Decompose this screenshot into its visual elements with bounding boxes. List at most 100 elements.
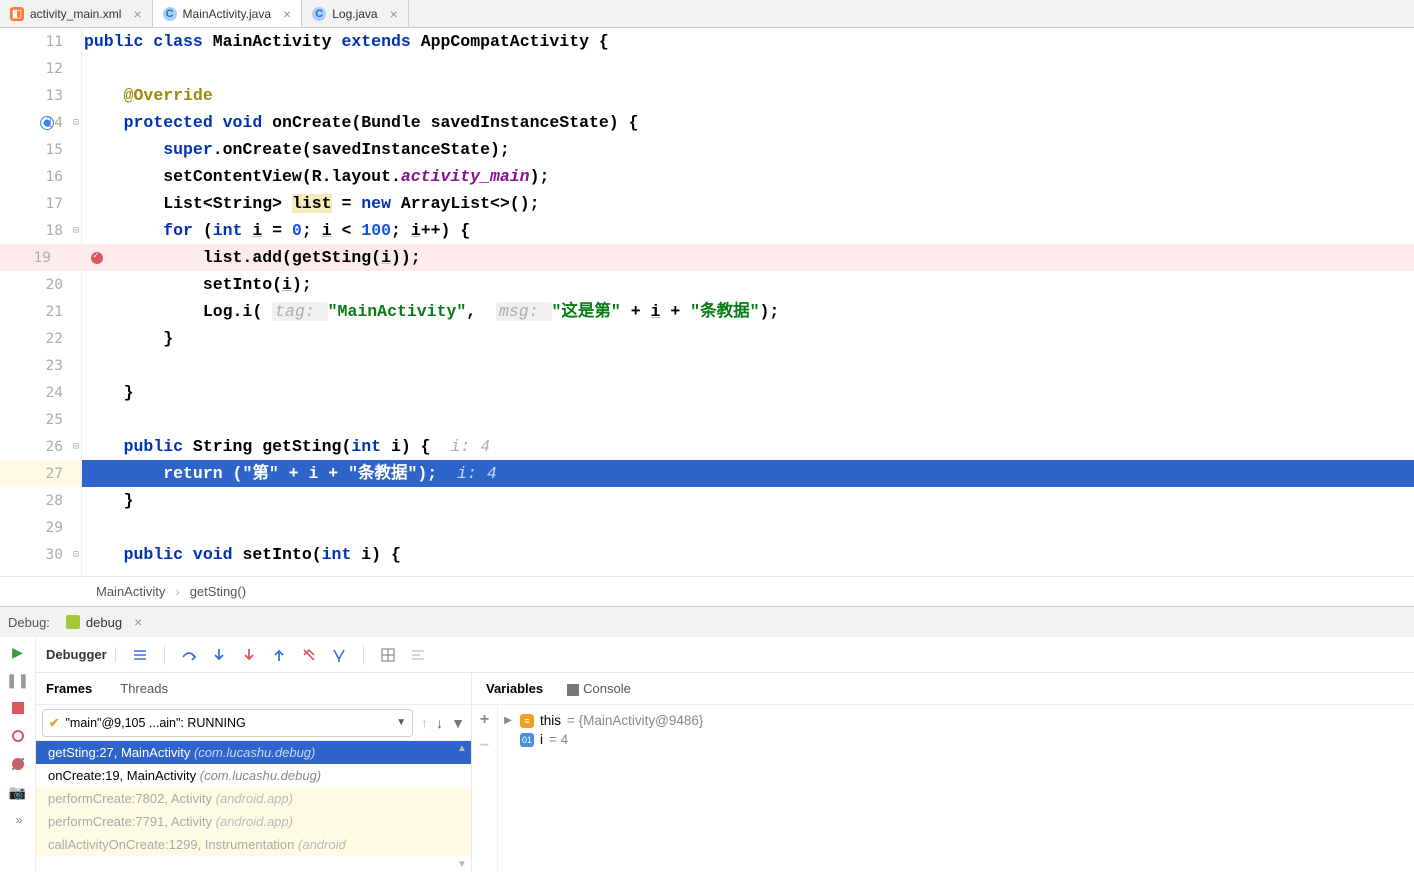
frame-item[interactable]: performCreate:7802, Activity (android.ap… xyxy=(36,787,471,810)
stop-button[interactable] xyxy=(9,699,27,717)
next-frame-button[interactable]: ↓ xyxy=(436,715,443,731)
debugger-tab[interactable]: Debugger xyxy=(46,647,116,662)
gutter-line-28[interactable]: 28 xyxy=(0,487,81,514)
code-line-21[interactable]: Log.i( tag: "MainActivity", msg: "这是第" +… xyxy=(82,298,1414,325)
code-line-24[interactable]: } xyxy=(82,379,1414,406)
code-line-30[interactable]: public void setInto(int i) { xyxy=(82,541,1414,568)
get-thread-dump-button[interactable]: 📷 xyxy=(9,783,27,801)
remove-watch-button[interactable]: − xyxy=(480,737,489,755)
threads-tab[interactable]: Threads xyxy=(120,681,168,696)
code-line-11[interactable]: public class MainActivity extends AppCom… xyxy=(82,28,1414,55)
frames-tab[interactable]: Frames xyxy=(46,681,92,696)
code-line-29[interactable] xyxy=(82,514,1414,541)
gutter-line-21[interactable]: 21 xyxy=(0,298,81,325)
variable-row[interactable]: ▶≡this = {MainActivity@9486} xyxy=(502,711,1410,730)
code-line-27[interactable]: return ("第" + i + "条教据"); i: 4 xyxy=(82,460,1414,487)
debug-config-tab[interactable]: debug × xyxy=(60,610,148,634)
variable-row[interactable]: 01i = 4 xyxy=(502,730,1410,749)
gutter-line-24[interactable]: 24 xyxy=(0,379,81,406)
fold-icon[interactable]: ⊟ xyxy=(73,117,79,128)
gutter-line-12[interactable]: 12 xyxy=(0,55,81,82)
code-line-19[interactable]: list.add(getSting(i)); xyxy=(82,244,1414,271)
code-line-14[interactable]: protected void onCreate(Bundle savedInst… xyxy=(82,109,1414,136)
code-line-16[interactable]: setContentView(R.layout.activity_main); xyxy=(82,163,1414,190)
gutter-line-11[interactable]: 11 xyxy=(0,28,81,55)
scroll-up-icon[interactable]: ▲ xyxy=(455,741,469,756)
code-line-20[interactable]: setInto(i); xyxy=(82,271,1414,298)
fold-icon[interactable]: ⊟ xyxy=(73,225,79,236)
code-line-26[interactable]: public String getSting(int i) { i: 4 xyxy=(82,433,1414,460)
thread-dropdown[interactable]: ✔ "main"@9,105 ...ain": RUNNING ▼ xyxy=(42,709,413,737)
frame-item[interactable]: callActivityOnCreate:1299, Instrumentati… xyxy=(36,833,471,856)
gutter-line-13[interactable]: 13 xyxy=(0,82,81,109)
vars-pane-tabs: Variables Console xyxy=(472,673,1414,705)
view-breakpoints-button[interactable] xyxy=(9,727,27,745)
close-icon[interactable]: × xyxy=(283,6,291,22)
resume-button[interactable]: ▶ xyxy=(9,643,27,661)
gutter-line-23[interactable]: 23 xyxy=(0,352,81,379)
code-line-18[interactable]: for (int i = 0; i < 100; i++) { xyxy=(82,217,1414,244)
gutter-line-17[interactable]: 17 xyxy=(0,190,81,217)
filter-icon[interactable]: ▼ xyxy=(451,715,465,731)
drop-frame-button[interactable] xyxy=(299,645,319,665)
code-editor[interactable]: 11121314⊟15161718⊟1920212223242526⊟27282… xyxy=(0,28,1414,576)
gutter-line-30[interactable]: 30⊟ xyxy=(0,541,81,568)
override-icon[interactable] xyxy=(40,116,54,130)
step-out-button[interactable] xyxy=(269,645,289,665)
variables-tab[interactable]: Variables xyxy=(486,681,543,696)
fold-icon[interactable]: ⊟ xyxy=(73,441,79,452)
frame-item[interactable]: performCreate:7791, Activity (android.ap… xyxy=(36,810,471,833)
evaluate-expression-button[interactable] xyxy=(378,645,398,665)
step-into-button[interactable] xyxy=(209,645,229,665)
show-execution-point-button[interactable] xyxy=(130,645,150,665)
breakpoint-icon[interactable] xyxy=(91,252,103,264)
tab-main-activity-java[interactable]: C MainActivity.java × xyxy=(153,0,303,27)
expand-icon[interactable]: ▶ xyxy=(502,715,514,726)
gutter-line-27[interactable]: 27 xyxy=(0,460,81,487)
breadcrumb-class[interactable]: MainActivity xyxy=(96,584,165,599)
code-line-15[interactable]: super.onCreate(savedInstanceState); xyxy=(82,136,1414,163)
tab-log-java[interactable]: C Log.java × xyxy=(302,0,409,27)
frame-item[interactable]: onCreate:19, MainActivity (com.lucashu.d… xyxy=(36,764,471,787)
close-icon[interactable]: × xyxy=(134,614,142,630)
close-icon[interactable]: × xyxy=(390,6,398,22)
pause-button[interactable]: ❚❚ xyxy=(9,671,27,689)
gutter-line-19[interactable]: 19 xyxy=(0,244,81,271)
step-over-button[interactable] xyxy=(179,645,199,665)
run-to-cursor-button[interactable] xyxy=(329,645,349,665)
fold-icon[interactable]: ⊟ xyxy=(73,549,79,560)
code-line-28[interactable]: } xyxy=(82,487,1414,514)
code-line-25[interactable] xyxy=(82,406,1414,433)
code-content[interactable]: public class MainActivity extends AppCom… xyxy=(82,28,1414,576)
gutter-line-25[interactable]: 25 xyxy=(0,406,81,433)
scroll-down-icon[interactable]: ▼ xyxy=(455,857,469,872)
gutter-line-15[interactable]: 15 xyxy=(0,136,81,163)
debug-panes: Frames Threads ✔ "main"@9,105 ...ain": R… xyxy=(36,673,1414,872)
previous-frame-button[interactable]: ↑ xyxy=(421,715,428,731)
gutter-line-29[interactable]: 29 xyxy=(0,514,81,541)
gutter-line-18[interactable]: 18⊟ xyxy=(0,217,81,244)
close-icon[interactable]: × xyxy=(133,6,141,22)
code-line-12[interactable] xyxy=(82,55,1414,82)
console-tab[interactable]: Console xyxy=(567,681,631,696)
frame-item[interactable]: getSting:27, MainActivity (com.lucashu.d… xyxy=(36,741,471,764)
gutter-line-26[interactable]: 26⊟ xyxy=(0,433,81,460)
force-step-into-button[interactable] xyxy=(239,645,259,665)
scrollbar[interactable]: ▲ ▼ xyxy=(455,741,469,872)
gutter-line-22[interactable]: 22 xyxy=(0,325,81,352)
code-line-23[interactable] xyxy=(82,352,1414,379)
code-line-17[interactable]: List<String> list = new ArrayList<>(); xyxy=(82,190,1414,217)
settings-button[interactable]: » xyxy=(9,811,27,829)
trace-current-stream-chain-button[interactable] xyxy=(408,645,428,665)
breadcrumb-method[interactable]: getSting() xyxy=(190,584,246,599)
add-watch-button[interactable]: + xyxy=(480,711,489,729)
gutter-line-20[interactable]: 20 xyxy=(0,271,81,298)
mute-breakpoints-button[interactable] xyxy=(9,755,27,773)
gutter-line-16[interactable]: 16 xyxy=(0,163,81,190)
tab-activity-main-xml[interactable]: ◧ activity_main.xml × xyxy=(0,0,153,27)
code-line-13[interactable]: @Override xyxy=(82,82,1414,109)
frames-list[interactable]: getSting:27, MainActivity (com.lucashu.d… xyxy=(36,741,471,872)
code-line-22[interactable]: } xyxy=(82,325,1414,352)
gutter-line-14[interactable]: 14⊟ xyxy=(0,109,81,136)
variables-list[interactable]: ▶≡this = {MainActivity@9486}01i = 4 xyxy=(498,705,1414,872)
